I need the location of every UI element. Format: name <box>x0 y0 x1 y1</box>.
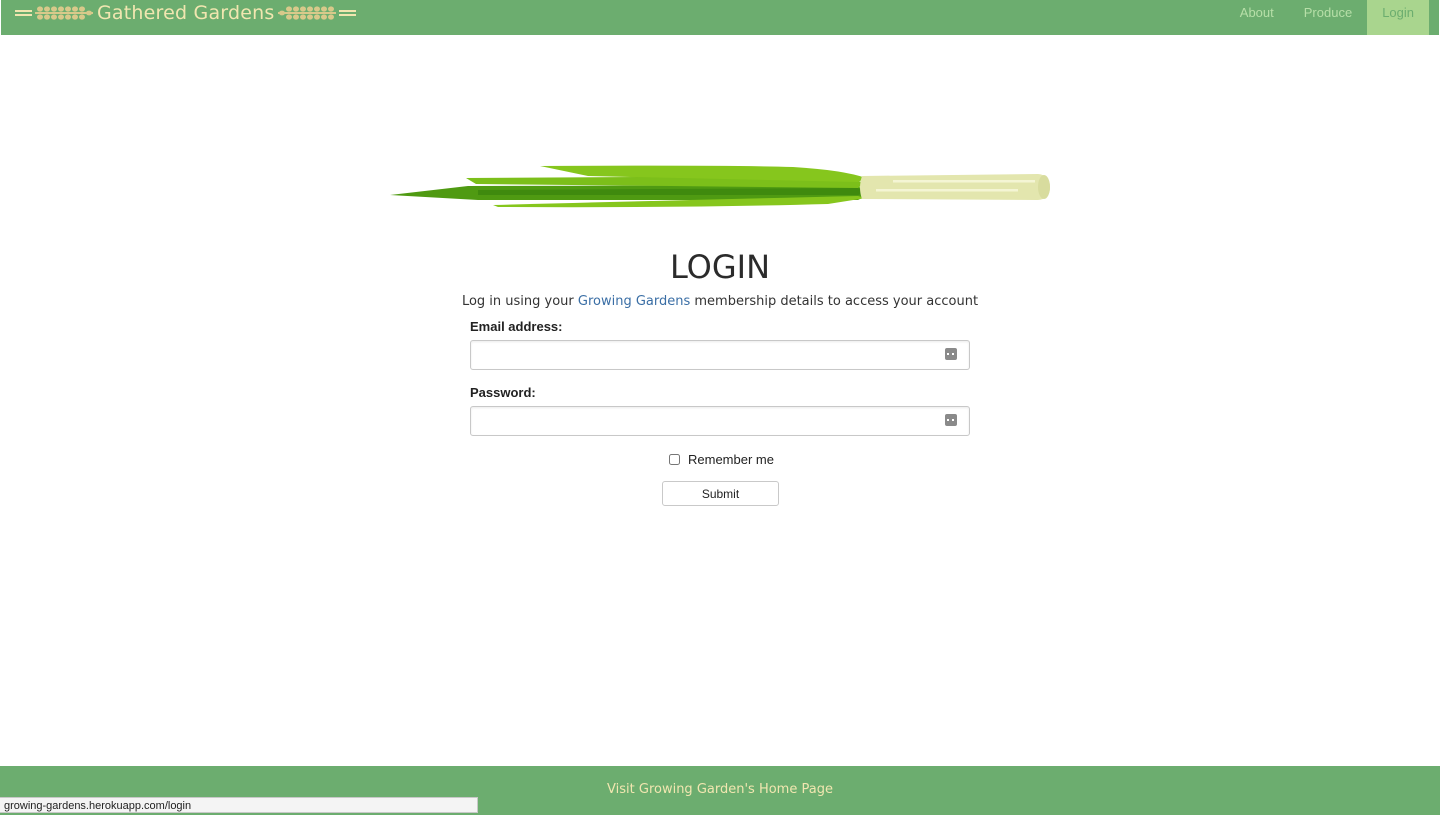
home-page-link[interactable]: Visit Growing Garden's Home Page <box>0 782 1440 797</box>
green-onion-illustration <box>390 165 1050 208</box>
password-manager-key-icon[interactable] <box>945 414 957 426</box>
wheat-left-icon <box>15 6 93 20</box>
remember-me-label: Remember me <box>688 451 774 467</box>
growing-gardens-link[interactable]: Growing Gardens <box>578 294 690 309</box>
nav-link-produce[interactable]: Produce <box>1289 0 1367 35</box>
remember-me-checkbox[interactable] <box>669 453 680 465</box>
password-field-wrapper <box>470 406 970 436</box>
password-label: Password: <box>470 385 536 400</box>
instructions-text-before: Log in using your <box>461 294 578 309</box>
email-field[interactable] <box>470 340 970 370</box>
nav-link-login[interactable]: Login <box>1367 0 1429 35</box>
nav-link-about[interactable]: About <box>1225 0 1289 35</box>
instructions-text-after: membership details to access your accoun… <box>690 294 979 309</box>
submit-button[interactable]: Submit <box>662 481 779 506</box>
nav-links: About Produce Login <box>1225 0 1429 35</box>
brand-logo-link[interactable]: Gathered Gardens <box>15 0 357 26</box>
top-navbar: Gathered Gardens About Produce Login <box>1 0 1439 35</box>
wheat-right-icon <box>278 6 357 20</box>
login-instructions: Log in using your Growing Gardens member… <box>0 294 1440 309</box>
email-field-wrapper <box>470 340 970 370</box>
password-manager-key-icon[interactable] <box>945 348 957 360</box>
email-label: Email address: <box>470 319 563 334</box>
brand-name: Gathered Gardens <box>97 2 275 24</box>
remember-me-row: Remember me <box>669 451 774 467</box>
password-field[interactable] <box>470 406 970 436</box>
browser-status-bar: growing-gardens.herokuapp.com/login <box>0 797 478 813</box>
page-title: LOGIN <box>669 248 771 286</box>
